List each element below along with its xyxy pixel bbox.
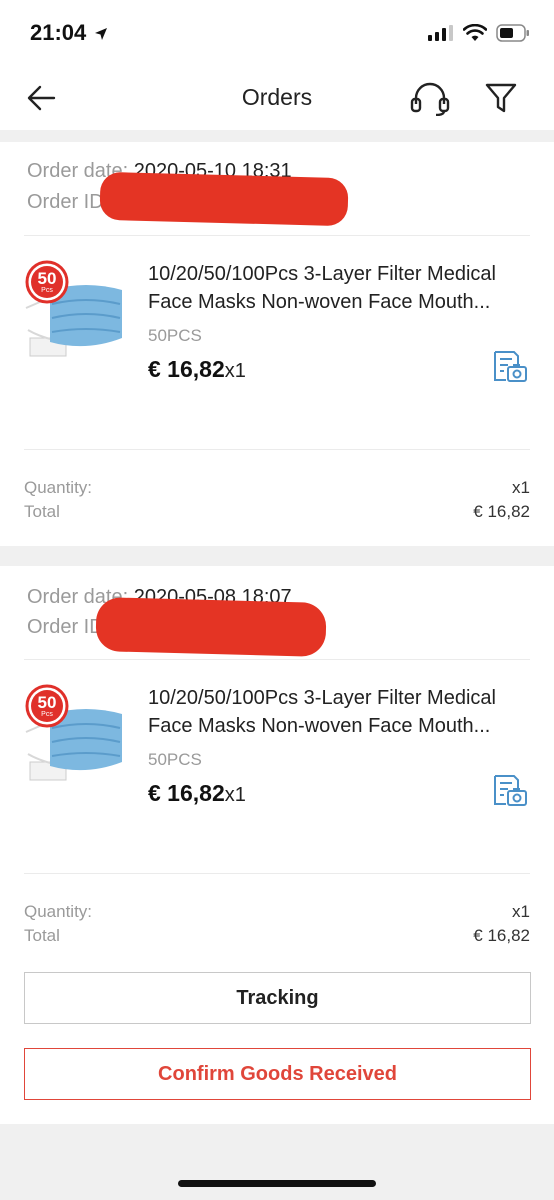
order-id: Order ID (27, 191, 104, 213)
product-variant: 50PCS (148, 750, 202, 769)
confirm-goods-received-button[interactable]: Confirm Goods Received (24, 1048, 531, 1100)
product-thumbnail[interactable]: 50 Pcs (22, 260, 126, 368)
cellular-signal-icon (428, 25, 453, 41)
order-card[interactable]: Order date: 2020-05-10 18:31 Order ID 50… (0, 142, 554, 546)
divider (24, 235, 530, 236)
photo-review-icon[interactable] (492, 350, 528, 384)
status-bar: 21:04 (0, 0, 554, 66)
divider (24, 873, 530, 874)
photo-review-icon[interactable] (492, 774, 528, 808)
product-thumbnail[interactable]: 50 Pcs (22, 684, 126, 792)
location-arrow-icon (95, 28, 108, 41)
order-id: Order ID (27, 616, 104, 638)
filter-funnel-icon[interactable] (484, 81, 518, 115)
nav-bar: Orders (0, 66, 554, 130)
divider (24, 449, 530, 450)
total-value: € 16,82 (473, 926, 530, 945)
order-card[interactable]: Order date: 2020-05-08 18:07 Order ID 50… (0, 566, 554, 1124)
status-icons (428, 24, 530, 42)
quantity-label: Quantity: (24, 902, 93, 921)
product-title[interactable]: 10/20/50/100Pcs 3-Layer Filter Medical F… (148, 260, 528, 316)
quantity-value: x1 (512, 902, 530, 921)
badge-unit: Pcs (41, 711, 53, 718)
product-price: € 16,82x1 (148, 356, 246, 382)
wifi-icon (463, 24, 487, 41)
battery-icon (496, 24, 529, 42)
product-title[interactable]: 10/20/50/100Pcs 3-Layer Filter Medical F… (148, 684, 528, 740)
home-indicator[interactable] (178, 1180, 376, 1187)
badge-number: 50 (37, 269, 57, 288)
customer-service-headset-icon[interactable] (410, 82, 450, 116)
total-value: € 16,82 (473, 502, 530, 521)
tracking-button[interactable]: Tracking (24, 972, 531, 1024)
quantity-label: Quantity: (24, 478, 93, 497)
redaction-mark (99, 171, 349, 227)
status-time: 21:04 (30, 20, 108, 46)
total-label: Total (24, 926, 60, 945)
badge-unit: Pcs (41, 287, 53, 294)
total-label: Total (24, 502, 60, 521)
redaction-mark (95, 596, 327, 658)
page-title: Orders (241, 84, 313, 110)
badge-number: 50 (37, 693, 57, 712)
divider (24, 659, 530, 660)
quantity-value: x1 (512, 478, 530, 497)
product-price: € 16,82x1 (148, 780, 246, 806)
product-variant: 50PCS (148, 326, 202, 345)
